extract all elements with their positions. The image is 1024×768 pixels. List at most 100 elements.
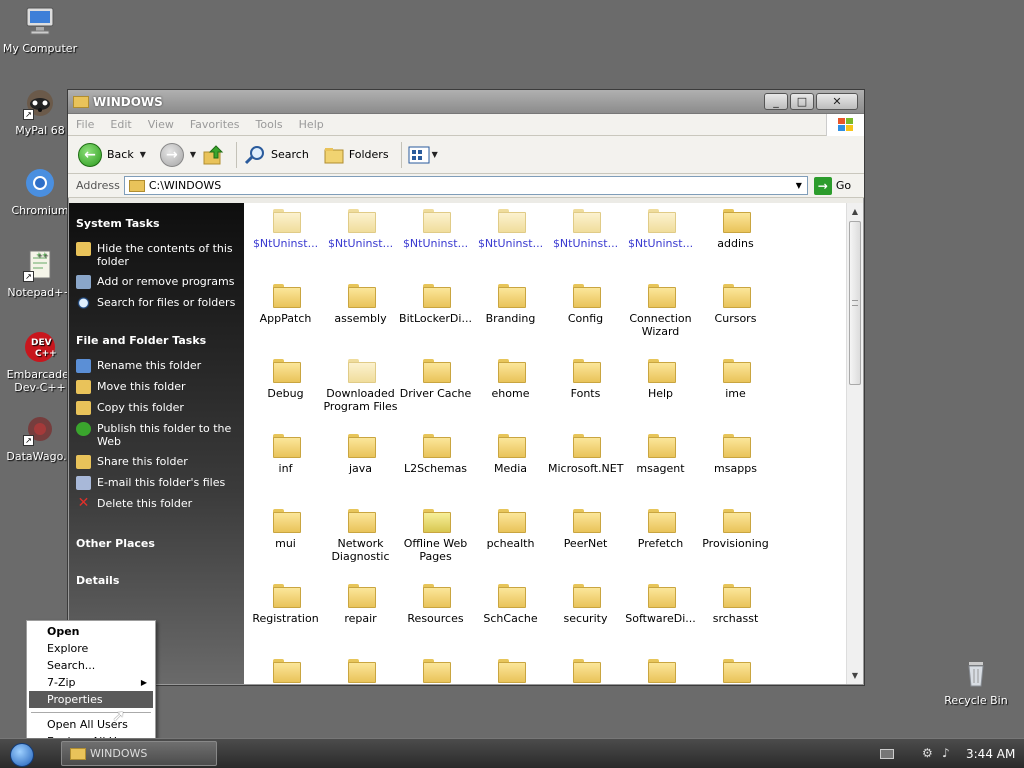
folder-item[interactable]: $NtUninst... bbox=[548, 209, 623, 250]
chevron-down-icon[interactable]: ▼ bbox=[190, 150, 196, 159]
task-share-folder[interactable]: Share this folder bbox=[76, 455, 244, 469]
task-delete-folder[interactable]: ✕ Delete this folder bbox=[76, 496, 244, 511]
folder-item[interactable]: BitLockerDi... bbox=[398, 284, 473, 325]
folder-item[interactable]: $NtUninst... bbox=[398, 209, 473, 250]
minimize-button[interactable]: _ bbox=[764, 93, 788, 110]
folder-item[interactable]: inf bbox=[248, 434, 323, 475]
folder-item[interactable]: mui bbox=[248, 509, 323, 550]
scroll-up-icon[interactable]: ▲ bbox=[847, 203, 863, 220]
folder-item[interactable]: L2Schemas bbox=[398, 434, 473, 475]
go-button[interactable]: → Go bbox=[813, 176, 851, 195]
desktop-icon-recycle-bin[interactable]: Recycle Bin bbox=[936, 656, 1016, 707]
folder-item[interactable]: Network Diagnostic bbox=[323, 509, 398, 563]
taskbar-button-windows[interactable]: WINDOWS bbox=[61, 741, 217, 766]
menu-edit[interactable]: Edit bbox=[110, 118, 131, 131]
task-rename-folder[interactable]: Rename this folder bbox=[76, 359, 244, 373]
chevron-down-icon[interactable]: ▼ bbox=[791, 177, 807, 194]
chevron-down-icon[interactable]: ▼ bbox=[140, 150, 146, 159]
close-button[interactable]: ✕ bbox=[816, 93, 858, 110]
forward-button[interactable]: → ▼ bbox=[159, 142, 196, 167]
task-publish-folder[interactable]: Publish this folder to the Web bbox=[76, 422, 244, 448]
folder-item[interactable] bbox=[548, 659, 623, 684]
menu-favorites[interactable]: Favorites bbox=[190, 118, 240, 131]
folder-item[interactable]: security bbox=[548, 584, 623, 625]
menu-tools[interactable]: Tools bbox=[256, 118, 283, 131]
up-folder-button[interactable] bbox=[202, 144, 224, 166]
folder-item[interactable]: Microsoft.NET bbox=[548, 434, 623, 475]
other-places-header[interactable]: Other Places bbox=[76, 537, 244, 550]
menu-item-properties[interactable]: Properties bbox=[29, 691, 153, 708]
folder-item[interactable] bbox=[323, 659, 398, 684]
task-copy-folder[interactable]: Copy this folder bbox=[76, 401, 244, 415]
folder-item[interactable]: Provisioning bbox=[698, 509, 773, 550]
folder-item[interactable]: Debug bbox=[248, 359, 323, 400]
folder-item[interactable]: Help bbox=[623, 359, 698, 400]
window-titlebar[interactable]: WINDOWS _ □ ✕ bbox=[68, 90, 864, 114]
folder-item[interactable]: msagent bbox=[623, 434, 698, 475]
folder-item[interactable]: java bbox=[323, 434, 398, 475]
file-folder-tasks-header[interactable]: File and Folder Tasks bbox=[76, 334, 244, 347]
views-button[interactable]: ▼ bbox=[408, 146, 438, 164]
folder-item[interactable]: pchealth bbox=[473, 509, 548, 550]
task-email-files[interactable]: E-mail this folder's files bbox=[76, 476, 244, 490]
search-button[interactable]: Search bbox=[243, 144, 309, 166]
folder-item[interactable]: Registration bbox=[248, 584, 323, 625]
folder-item[interactable]: Media bbox=[473, 434, 548, 475]
clock[interactable]: 3:44 AM bbox=[966, 747, 1015, 761]
menu-help[interactable]: Help bbox=[299, 118, 324, 131]
menu-item-search[interactable]: Search... bbox=[29, 657, 153, 674]
folder-item[interactable]: Cursors bbox=[698, 284, 773, 325]
menu-item-7zip[interactable]: 7-Zip ▶ bbox=[29, 674, 153, 691]
folder-item[interactable]: assembly bbox=[323, 284, 398, 325]
system-tasks-header[interactable]: System Tasks bbox=[76, 217, 244, 230]
folder-item[interactable] bbox=[698, 659, 773, 684]
menu-file[interactable]: File bbox=[76, 118, 94, 131]
folder-item[interactable]: Downloaded Program Files bbox=[323, 359, 398, 413]
folder-item[interactable]: $NtUninst... bbox=[323, 209, 398, 250]
folder-item[interactable]: $NtUninst... bbox=[473, 209, 548, 250]
task-add-remove-programs[interactable]: Add or remove programs bbox=[76, 275, 244, 289]
folder-item[interactable]: $NtUninst... bbox=[623, 209, 698, 250]
menu-view[interactable]: View bbox=[148, 118, 174, 131]
task-search-files[interactable]: Search for files or folders bbox=[76, 296, 244, 310]
chevron-down-icon[interactable]: ▼ bbox=[432, 150, 438, 159]
folder-item[interactable] bbox=[398, 659, 473, 684]
folder-item[interactable]: ime bbox=[698, 359, 773, 400]
folder-item[interactable]: addins bbox=[698, 209, 773, 250]
folder-item[interactable] bbox=[248, 659, 323, 684]
folder-item[interactable]: ehome bbox=[473, 359, 548, 400]
volume-icon[interactable]: ♪ bbox=[942, 746, 956, 762]
folder-item[interactable]: Config bbox=[548, 284, 623, 325]
folder-item[interactable]: AppPatch bbox=[248, 284, 323, 325]
vertical-scrollbar[interactable]: ▲ ▼ bbox=[846, 203, 863, 684]
menu-item-explore[interactable]: Explore bbox=[29, 640, 153, 657]
folder-item[interactable] bbox=[623, 659, 698, 684]
folder-item[interactable]: SoftwareDi... bbox=[623, 584, 698, 625]
scroll-thumb[interactable] bbox=[849, 221, 861, 385]
maximize-button[interactable]: □ bbox=[790, 93, 814, 110]
start-button[interactable] bbox=[10, 743, 34, 767]
folder-item[interactable]: Offline Web Pages bbox=[398, 509, 473, 563]
folder-item[interactable]: Fonts bbox=[548, 359, 623, 400]
network-icon[interactable]: ⚙ bbox=[922, 746, 938, 762]
folder-item[interactable]: Resources bbox=[398, 584, 473, 625]
folder-item[interactable]: Branding bbox=[473, 284, 548, 325]
folder-item[interactable]: Connection Wizard bbox=[623, 284, 698, 338]
folder-item[interactable]: msapps bbox=[698, 434, 773, 475]
folder-item[interactable]: PeerNet bbox=[548, 509, 623, 550]
folder-item[interactable]: SchCache bbox=[473, 584, 548, 625]
folder-item[interactable]: Prefetch bbox=[623, 509, 698, 550]
folder-item[interactable]: Driver Cache bbox=[398, 359, 473, 400]
keyboard-icon[interactable] bbox=[880, 749, 894, 759]
details-header[interactable]: Details bbox=[76, 574, 244, 587]
back-button[interactable]: ← Back ▼ bbox=[78, 142, 146, 167]
folder-item[interactable]: $NtUninst... bbox=[248, 209, 323, 250]
folder-item[interactable] bbox=[473, 659, 548, 684]
menu-item-open-all-users[interactable]: Open All Users bbox=[29, 716, 153, 733]
task-move-folder[interactable]: Move this folder bbox=[76, 380, 244, 394]
folders-button[interactable]: Folders bbox=[323, 145, 389, 165]
desktop-icon-my-computer[interactable]: My Computer bbox=[0, 4, 80, 55]
task-hide-contents[interactable]: Hide the contents of this folder bbox=[76, 242, 244, 268]
folder-item[interactable]: repair bbox=[323, 584, 398, 625]
menu-item-open[interactable]: Open bbox=[29, 623, 153, 640]
